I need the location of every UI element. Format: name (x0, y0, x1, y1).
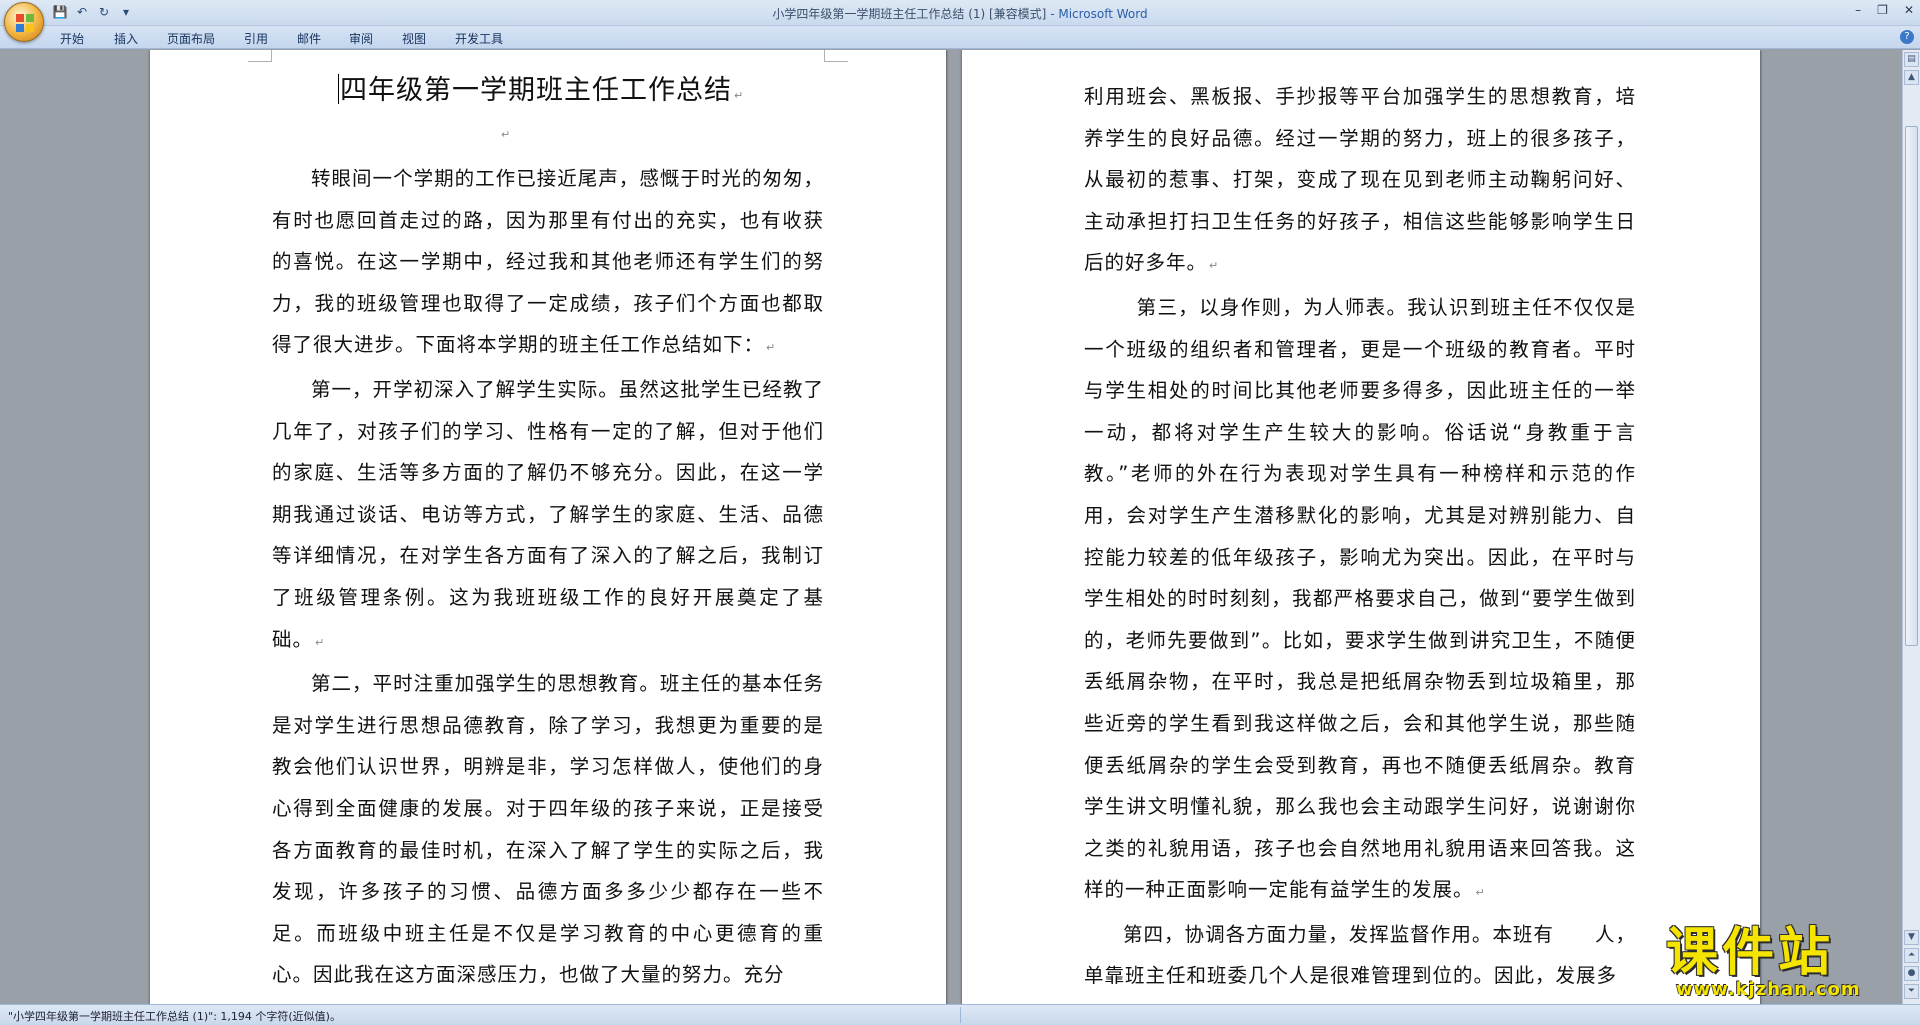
paragraph: 第一，开学初深入了解学生实际。虽然这批学生已经教了几年了，对孩子们的学习、性格有… (272, 369, 824, 663)
left-page-body: 转眼间一个学期的工作已接近尾声，感慨于时光的匆匆，有时也愿回首走过的路，因为那里… (272, 158, 824, 996)
next-page-icon[interactable]: ⏷ (1904, 984, 1919, 999)
scrollbar-thumb[interactable] (1905, 126, 1918, 646)
paragraph: 第二，平时注重加强学生的思想教育。班主任的基本任务是对学生进行思想品德教育，除了… (272, 663, 824, 996)
paragraph: 第三，以身作则，为人师表。我认识到班主任不仅仅是一个班级的组织者和管理者，更是一… (1084, 287, 1636, 914)
paragraph-text: 第一，开学初深入了解学生实际。虽然这批学生已经教了几年了，对孩子们的学习、性格有… (272, 377, 824, 651)
select-browse-object-icon[interactable]: ● (1904, 966, 1919, 981)
maximize-button[interactable]: ❐ (1877, 3, 1888, 17)
scroll-up-icon[interactable]: ▲ (1904, 70, 1919, 85)
status-divider (960, 1007, 961, 1023)
ruler-toggle-icon[interactable]: ▤ (1904, 52, 1919, 67)
office-button[interactable] (4, 2, 44, 42)
help-icon[interactable]: ? (1900, 30, 1914, 44)
app-name: - Microsoft Word (1046, 7, 1148, 21)
paragraph-text: 第四，协调各方面力量，发挥监督作用。本班有 人，单靠班主任和班委几个人是很难管理… (1084, 922, 1636, 988)
ribbon-tabs: 开始 插入 页面布局 引用 邮件 审阅 视图 开发工具 (0, 26, 1920, 49)
office-logo-icon (16, 14, 34, 32)
window-controls: – ❐ ✕ (1855, 3, 1914, 17)
right-page-body: 利用班会、黑板报、手抄报等平台加强学生的思想教育，培养学生的良好品德。经过一学期… (1084, 76, 1636, 997)
watermark-text: 课件站 (1666, 923, 1835, 983)
document-title-text: 四年级第一学期班主任工作总结 (340, 75, 732, 106)
vertical-scrollbar[interactable]: ▤ ▲ ▼ ⏶ ● ⏷ (1902, 50, 1920, 1004)
title-bar: 💾 ↶ ↻ ▾ 小学四年级第一学期班主任工作总结 (1) [兼容模式] - Mi… (0, 0, 1920, 26)
tab-insert[interactable]: 插入 (114, 30, 138, 47)
paragraph-mark: ↵ (1475, 886, 1486, 900)
tab-mailings[interactable]: 邮件 (297, 30, 321, 47)
minimize-button[interactable]: – (1855, 3, 1861, 17)
tab-page-layout[interactable]: 页面布局 (167, 30, 215, 47)
tab-view[interactable]: 视图 (402, 30, 426, 47)
paragraph: 利用班会、黑板报、手抄报等平台加强学生的思想教育，培养学生的良好品德。经过一学期… (1084, 76, 1636, 287)
paragraph-mark: ↵ (766, 341, 777, 355)
paragraph: 转眼间一个学期的工作已接近尾声，感慨于时光的匆匆，有时也愿回首走过的路，因为那里… (272, 158, 824, 369)
document-title: 四年级第一学期班主任工作总结 ↵ (338, 68, 758, 107)
paragraph-text: 转眼间一个学期的工作已接近尾声，感慨于时光的匆匆，有时也愿回首走过的路，因为那里… (272, 167, 824, 357)
margin-corner-mark (824, 50, 848, 62)
tab-developer[interactable]: 开发工具 (455, 30, 503, 47)
document-name: 小学四年级第一学期班主任工作总结 (1) [兼容模式] (772, 7, 1047, 21)
tab-home[interactable]: 开始 (60, 30, 84, 47)
paragraph-mark: ↵ (1209, 259, 1220, 273)
tab-review[interactable]: 审阅 (349, 30, 373, 47)
watermark-logo: 课件站 www.kjzhan.com (1666, 923, 1906, 1000)
tab-references[interactable]: 引用 (244, 30, 268, 47)
document-page-right[interactable]: 利用班会、黑板报、手抄报等平台加强学生的思想教育，培养学生的良好品德。经过一学期… (962, 50, 1760, 1004)
paragraph-mark: ↵ (315, 635, 326, 649)
previous-page-icon[interactable]: ⏶ (1904, 948, 1919, 963)
document-area[interactable]: 四年级第一学期班主任工作总结 ↵ ↵ 转眼间一个学期的工作已接近尾声，感慨于时光的… (0, 50, 1902, 1004)
document-page-left[interactable]: 四年级第一学期班主任工作总结 ↵ ↵ 转眼间一个学期的工作已接近尾声，感慨于时光的… (150, 50, 946, 1004)
text-cursor (338, 74, 339, 104)
paragraph: 第四，协调各方面力量，发挥监督作用。本班有 人，单靠班主任和班委几个人是很难管理… (1084, 914, 1636, 997)
margin-corner-mark (248, 50, 272, 62)
paragraph-mark: ↵ (734, 89, 745, 102)
paragraph-text: 第三，以身作则，为人师表。我认识到班主任不仅仅是一个班级的组织者和管理者，更是一… (1084, 295, 1636, 902)
watermark-url: www.kjzhan.com (1676, 979, 1861, 1000)
scroll-down-icon[interactable]: ▼ (1904, 930, 1919, 945)
paragraph-text: 利用班会、黑板报、手抄报等平台加强学生的思想教育，培养学生的良好品德。经过一学期… (1084, 85, 1636, 275)
close-button[interactable]: ✕ (1904, 3, 1914, 17)
status-bar: "小学四年级第一学期班主任工作总结 (1)": 1,194 个字符(近似值)。 (0, 1004, 1920, 1025)
paragraph-text: 第二，平时注重加强学生的思想教育。班主任的基本任务是对学生进行思想品德教育，除了… (272, 672, 824, 987)
status-text: "小学四年级第一学期班主任工作总结 (1)": 1,194 个字符(近似值)。 (8, 1010, 341, 1023)
paragraph-mark: ↵ (501, 128, 511, 141)
window-title: 小学四年级第一学期班主任工作总结 (1) [兼容模式] - Microsoft … (0, 5, 1920, 22)
